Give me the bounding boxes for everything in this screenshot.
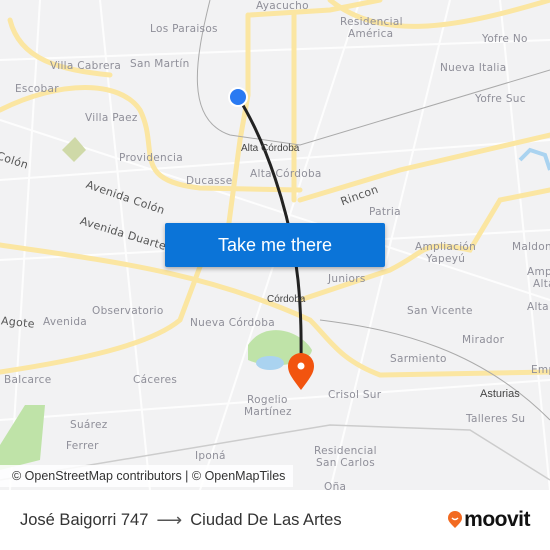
trip-footer: José Baigorri 747 ⟶ Ciudad De Las Artes … xyxy=(0,490,550,550)
map-label: Yofre Suc xyxy=(475,93,526,105)
map-label: San Martín xyxy=(130,58,190,70)
map-label: Yapeyú xyxy=(426,253,466,265)
trip-summary: José Baigorri 747 ⟶ Ciudad De Las Artes xyxy=(20,510,342,531)
map-label: Maldon xyxy=(512,241,550,253)
map-label: Avenida xyxy=(43,316,88,328)
map-label: Balcarce xyxy=(4,374,52,386)
map-label: América xyxy=(348,28,394,40)
arrow-right-icon: ⟶ xyxy=(156,510,183,530)
origin-name: José Baigorri 747 xyxy=(20,511,149,529)
destination-name: Ciudad De Las Artes xyxy=(190,511,342,529)
map-label: Villa Paez xyxy=(85,112,138,124)
map-label: Alta Córdoba xyxy=(241,143,300,154)
map-label: Martínez xyxy=(244,406,292,418)
map-label: Mirador xyxy=(462,334,505,346)
map-label: Alta xyxy=(533,278,550,290)
map-label: Talleres Su xyxy=(466,413,526,425)
map-label: Sarmiento xyxy=(390,353,447,365)
map-attribution[interactable]: © OpenStreetMap contributors | © OpenMap… xyxy=(0,465,294,487)
destination-pin-icon xyxy=(288,353,314,390)
map-label: Residencial xyxy=(314,445,377,457)
map-label: Ayacucho xyxy=(256,0,309,12)
map-label: Providencia xyxy=(119,152,183,164)
moovit-wordmark: moovit xyxy=(464,508,530,531)
map-label: Los Paraisos xyxy=(150,23,218,35)
map-label: San Carlos xyxy=(316,457,375,469)
map-label: Alta Córdoba xyxy=(250,168,322,180)
map-label: Ferrer xyxy=(66,440,99,452)
map-label: Oña xyxy=(324,481,347,490)
map-label: San Vicente xyxy=(407,305,473,317)
map-label: Cáceres xyxy=(133,374,178,386)
moovit-pin-icon xyxy=(448,511,463,528)
map-label: Ampliación xyxy=(415,241,477,253)
map-label: Yofre No xyxy=(482,33,528,45)
map-label: Suárez xyxy=(70,419,108,431)
map-label: Amp xyxy=(527,266,550,278)
map-label: Iponá xyxy=(195,450,226,462)
take-me-there-button[interactable]: Take me there xyxy=(165,223,385,267)
map-label: Ducasse xyxy=(186,175,233,187)
map-label: Alta xyxy=(527,301,549,313)
map-label: Córdoba xyxy=(267,294,306,305)
lake xyxy=(256,356,284,370)
map-label: Escobar xyxy=(15,83,59,95)
map-label: Rogelio xyxy=(247,394,288,406)
moovit-logo: moovit xyxy=(447,508,530,532)
origin-marker xyxy=(228,87,248,107)
map-label: Asturias xyxy=(480,388,520,400)
map-label: Residencial xyxy=(340,16,403,28)
map-label: Emp xyxy=(531,364,550,376)
map-label: Observatorio xyxy=(92,305,164,317)
map-label: Nueva Córdoba xyxy=(190,317,275,329)
map-label: Villa Cabrera xyxy=(50,60,122,72)
map-label: Crisol Sur xyxy=(328,389,382,401)
map-label: Patria xyxy=(369,206,401,218)
map[interactable]: Ayacucho Los Paraisos Residencial Améric… xyxy=(0,0,550,490)
map-label: Nueva Italia xyxy=(440,62,507,74)
map-label: Juniors xyxy=(328,273,366,285)
